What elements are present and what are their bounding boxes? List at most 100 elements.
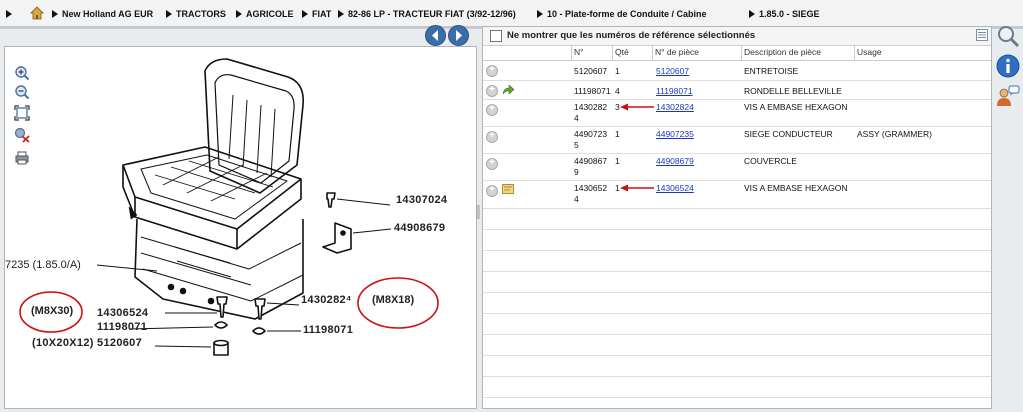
prev-arrow-icon[interactable] — [425, 25, 446, 46]
diagram-dimension-label: (M8X18) — [372, 294, 415, 306]
right-sidebar — [994, 24, 1023, 114]
table-row[interactable]: 1430282 4 3 14302824 VIS A EMBASE HEXAGO… — [483, 100, 991, 127]
column-header[interactable]: N° de pièce — [655, 47, 699, 57]
empty-row — [483, 335, 991, 356]
quantity: 1 — [615, 129, 620, 139]
add-to-cart-icon[interactable] — [486, 84, 498, 97]
panel-splitter[interactable] — [476, 205, 480, 219]
next-arrow-icon[interactable] — [448, 25, 469, 46]
info-icon[interactable] — [996, 54, 1020, 78]
divider — [741, 45, 742, 60]
part-number-link[interactable]: 14302824 — [656, 102, 694, 112]
empty-row — [483, 251, 991, 272]
divider — [571, 45, 572, 60]
divider — [612, 45, 613, 60]
breadcrumb-item[interactable]: 82-86 LP - TRACTEUR FIAT (3/92-12/96) — [348, 9, 516, 19]
chevron-right-icon — [302, 10, 308, 18]
add-to-cart-icon[interactable] — [486, 103, 498, 116]
column-header[interactable]: N° — [574, 47, 584, 57]
breadcrumb-item[interactable]: 1.85.0 - SIEGE — [759, 9, 820, 19]
red-arrow-annotation — [620, 184, 654, 192]
list-view-icon[interactable] — [976, 29, 988, 41]
add-to-cart-icon[interactable] — [486, 130, 498, 143]
ref-number: 1430282 — [574, 102, 608, 112]
chevron-right-icon — [6, 10, 12, 18]
diagram-ref-label: 7235 (1.85.0/A) — [5, 259, 81, 271]
part-number-link[interactable]: 14306524 — [656, 183, 694, 193]
empty-row — [483, 314, 991, 335]
quantity: 1 — [615, 156, 620, 166]
ref-number-cont: 4 — [574, 194, 579, 204]
ref-number: 11198071 — [574, 86, 611, 96]
ref-number: 4490867 — [574, 156, 608, 166]
note-icon — [502, 184, 514, 194]
add-to-cart-icon[interactable] — [486, 184, 498, 197]
part-number-link[interactable]: 5120607 — [656, 66, 689, 76]
column-header[interactable]: Qté — [615, 47, 629, 57]
ref-number: 5120607 — [574, 66, 608, 76]
diagram-label[interactable]: 44908679 — [394, 222, 445, 234]
diagram-label[interactable]: 11198071 — [303, 324, 353, 336]
add-to-cart-icon[interactable] — [486, 64, 498, 77]
chevron-right-icon — [537, 10, 543, 18]
filter-label: Ne montrer que les numéros de référence … — [507, 30, 756, 41]
part-description: VIS A EMBASE HEXAGON — [744, 183, 848, 193]
chevron-right-icon — [236, 10, 242, 18]
ref-number: 1430652 — [574, 183, 608, 193]
table-row[interactable]: 4490723 5 1 44907235 SIEGE CONDUCTEUR AS… — [483, 127, 991, 154]
part-description: SIEGE CONDUCTEUR — [744, 129, 833, 139]
chevron-right-icon — [52, 10, 58, 18]
part-description: ENTRETOISE — [744, 66, 799, 76]
table-row[interactable]: 1430652 4 1 14306524 VIS A EMBASE HEXAGO… — [483, 181, 991, 209]
ref-number-cont: 4 — [574, 113, 579, 123]
diagram-panel: 14307024 44908679 7235 (1.85.0/A) (M8X30… — [4, 46, 477, 409]
part-number-link[interactable]: 44908679 — [656, 156, 694, 166]
divider — [652, 45, 653, 60]
ref-number: 4490723 — [574, 129, 608, 139]
part-description: COUVERCLE — [744, 156, 797, 166]
column-header[interactable]: Usage — [857, 47, 882, 57]
empty-row — [483, 293, 991, 314]
part-number-link[interactable]: 44907235 — [656, 129, 694, 139]
table-row[interactable]: 4490867 9 1 44908679 COUVERCLE — [483, 154, 991, 181]
diagram-label[interactable]: 14307024 — [396, 194, 447, 206]
replacement-arrow-icon — [502, 84, 515, 95]
breadcrumb-item[interactable]: 10 - Plate-forme de Conduite / Cabine — [547, 9, 707, 19]
part-usage: ASSY (GRAMMER) — [857, 129, 932, 139]
diagram-label[interactable]: 14306524 — [97, 307, 148, 319]
chevron-right-icon — [338, 10, 344, 18]
table-row[interactable]: 5120607 1 5120607 ENTRETOISE — [483, 61, 991, 81]
diagram-dimension-label: (M8X30) — [31, 305, 74, 317]
diagram-label[interactable]: 1430282⁴ — [301, 294, 352, 306]
filter-bar: Ne montrer que les numéros de référence … — [483, 27, 991, 46]
red-arrow-annotation — [620, 103, 654, 111]
empty-row — [483, 377, 991, 398]
breadcrumb-item[interactable]: New Holland AG EUR — [62, 9, 153, 19]
breadcrumb-item[interactable]: TRACTORS — [176, 9, 226, 19]
ref-number-cont: 9 — [574, 167, 579, 177]
quantity: 4 — [615, 86, 620, 96]
parts-list-panel: Ne montrer que les numéros de référence … — [482, 26, 992, 409]
table-row[interactable]: 11198071 4 11198071 RONDELLE BELLEVILLE — [483, 81, 991, 100]
breadcrumb-item[interactable]: AGRICOLE — [246, 9, 294, 19]
search-icon[interactable] — [996, 24, 1020, 48]
support-icon[interactable] — [996, 84, 1020, 108]
filter-checkbox[interactable] — [490, 30, 502, 42]
ref-number-cont: 5 — [574, 140, 579, 150]
breadcrumb-item[interactable]: FIAT — [312, 9, 331, 19]
part-number-link[interactable]: 11198071 — [656, 86, 693, 96]
empty-row — [483, 356, 991, 377]
part-description: RONDELLE BELLEVILLE — [744, 86, 842, 96]
chevron-right-icon — [166, 10, 172, 18]
diagram-label[interactable]: (10X20X12) 5120607 — [32, 337, 142, 349]
diagram-label[interactable]: 11198071 — [97, 321, 147, 333]
empty-row — [483, 272, 991, 293]
quantity: 1 — [615, 66, 620, 76]
part-description: VIS A EMBASE HEXAGON — [744, 102, 848, 112]
empty-row — [483, 230, 991, 251]
breadcrumb-bar: New Holland AG EUR TRACTORS AGRICOLE FIA… — [0, 0, 1023, 29]
column-header[interactable]: Description de pièce — [744, 47, 821, 57]
home-icon[interactable] — [30, 6, 44, 20]
empty-row — [483, 209, 991, 230]
add-to-cart-icon[interactable] — [486, 157, 498, 170]
